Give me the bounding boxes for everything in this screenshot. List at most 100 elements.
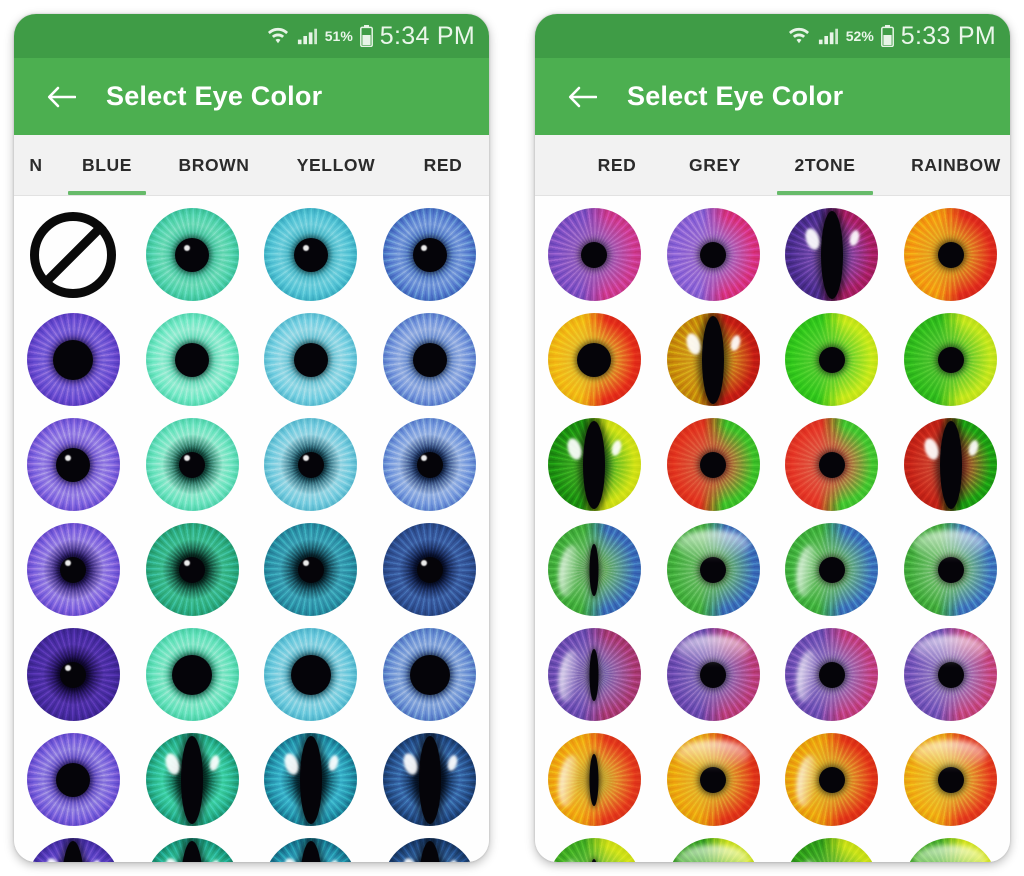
eye-swatch[interactable] xyxy=(665,732,761,828)
eye-swatch[interactable] xyxy=(382,837,478,862)
eye-swatch[interactable] xyxy=(144,837,240,862)
tab-partial-0[interactable] xyxy=(535,135,571,195)
tab-gre[interactable]: GRE xyxy=(486,135,489,195)
iris-graphic xyxy=(264,628,358,721)
eye-swatch[interactable] xyxy=(546,837,642,862)
pupil xyxy=(700,556,727,583)
pupil xyxy=(818,346,845,373)
tab-grey[interactable]: GREY xyxy=(663,135,767,195)
eye-highlight xyxy=(913,530,988,561)
eye-swatch[interactable] xyxy=(665,837,761,862)
iris-graphic xyxy=(145,418,239,511)
eye-swatch[interactable] xyxy=(25,522,121,618)
pupil xyxy=(293,342,328,377)
pupil xyxy=(937,766,964,793)
pupil xyxy=(939,420,962,509)
eye-swatch[interactable] xyxy=(784,732,880,828)
eye-swatch[interactable] xyxy=(665,627,761,723)
eye-swatch[interactable] xyxy=(784,312,880,408)
eye-highlight xyxy=(793,649,821,704)
eye-swatch[interactable] xyxy=(546,732,642,828)
eye-swatch[interactable] xyxy=(546,627,642,723)
dual-phone-screenshot: 51% 5:34 PM Select Eye Color N BLUE BROWN YELL… xyxy=(0,0,1024,876)
tab-yellow[interactable]: YELLOW xyxy=(272,135,400,195)
eye-swatch[interactable] xyxy=(382,627,478,723)
eye-swatch[interactable] xyxy=(903,627,999,723)
eye-swatch[interactable] xyxy=(263,732,359,828)
eye-swatch[interactable] xyxy=(546,312,642,408)
eye-swatch[interactable] xyxy=(144,207,240,303)
eye-swatch[interactable] xyxy=(25,627,121,723)
eye-highlight xyxy=(183,245,190,252)
eye-swatch[interactable] xyxy=(665,312,761,408)
eye-swatch[interactable] xyxy=(665,207,761,303)
eye-swatch[interactable] xyxy=(903,522,999,618)
page-title: Select Eye Color xyxy=(627,81,844,111)
eye-swatch[interactable] xyxy=(903,732,999,828)
eye-swatch[interactable] xyxy=(382,732,478,828)
eye-swatch[interactable] xyxy=(25,417,121,513)
eye-swatch[interactable] xyxy=(382,207,478,303)
tab-red[interactable]: RED xyxy=(571,135,663,195)
eye-swatch[interactable] xyxy=(25,312,121,408)
pupil xyxy=(937,661,964,688)
eye-swatch[interactable] xyxy=(546,417,642,513)
category-tab-bar[interactable]: NBLUEBROWNYELLOWREDGRE xyxy=(14,135,489,196)
eye-swatch[interactable] xyxy=(263,312,359,408)
eye-swatch[interactable] xyxy=(784,207,880,303)
eye-swatch[interactable] xyxy=(784,627,880,723)
eye-highlight xyxy=(793,859,821,862)
eye-swatch[interactable] xyxy=(144,312,240,408)
pupil xyxy=(818,766,845,793)
eye-swatch[interactable] xyxy=(144,417,240,513)
eye-swatch[interactable] xyxy=(144,732,240,828)
tab-rainbow[interactable]: RAINBOW xyxy=(883,135,1010,195)
eye-swatch[interactable] xyxy=(263,207,359,303)
eye-swatch[interactable] xyxy=(665,417,761,513)
iris-graphic xyxy=(264,838,358,862)
eye-swatch[interactable] xyxy=(263,522,359,618)
category-tab-bar[interactable]: REDGREY2TONERAINBOWSPEC xyxy=(535,135,1010,196)
none-option[interactable] xyxy=(25,207,121,303)
tab-n[interactable]: N xyxy=(14,135,58,195)
eye-swatch[interactable] xyxy=(263,627,359,723)
iris-graphic xyxy=(145,733,239,826)
eye-swatch[interactable] xyxy=(784,522,880,618)
pupil xyxy=(181,735,204,824)
iris-graphic xyxy=(26,418,120,511)
eye-highlight xyxy=(281,751,301,777)
tab-2tone[interactable]: 2TONE xyxy=(767,135,883,195)
eye-swatch[interactable] xyxy=(263,837,359,862)
back-arrow-icon[interactable] xyxy=(46,84,77,110)
eye-swatch[interactable] xyxy=(903,837,999,862)
eye-swatch[interactable] xyxy=(382,417,478,513)
eye-swatch[interactable] xyxy=(144,522,240,618)
eye-swatch[interactable] xyxy=(903,417,999,513)
eye-swatch[interactable] xyxy=(784,417,880,513)
iris-graphic xyxy=(785,418,879,511)
eye-swatch[interactable] xyxy=(665,522,761,618)
eye-swatch[interactable] xyxy=(25,837,121,862)
tab-blue[interactable]: BLUE xyxy=(58,135,156,195)
iris-graphic xyxy=(904,523,998,616)
eye-swatch[interactable] xyxy=(546,207,642,303)
iris-graphic xyxy=(904,418,998,511)
eye-swatch[interactable] xyxy=(263,417,359,513)
eye-swatch[interactable] xyxy=(25,732,121,828)
tab-red[interactable]: RED xyxy=(400,135,486,195)
back-arrow-icon[interactable] xyxy=(567,84,598,110)
battery-icon xyxy=(880,25,894,47)
eye-swatch[interactable] xyxy=(144,627,240,723)
eye-swatch[interactable] xyxy=(903,207,999,303)
eye-highlight xyxy=(683,331,704,357)
iris-graphic xyxy=(785,313,879,406)
page-title: Select Eye Color xyxy=(106,81,323,111)
tab-brown[interactable]: BROWN xyxy=(156,135,272,195)
eye-highlight xyxy=(302,560,309,567)
eye-swatch[interactable] xyxy=(382,312,478,408)
eye-swatch[interactable] xyxy=(382,522,478,618)
eye-swatch[interactable] xyxy=(903,312,999,408)
app-bar: Select Eye Color xyxy=(535,58,1010,135)
eye-swatch[interactable] xyxy=(546,522,642,618)
eye-swatch[interactable] xyxy=(784,837,880,862)
